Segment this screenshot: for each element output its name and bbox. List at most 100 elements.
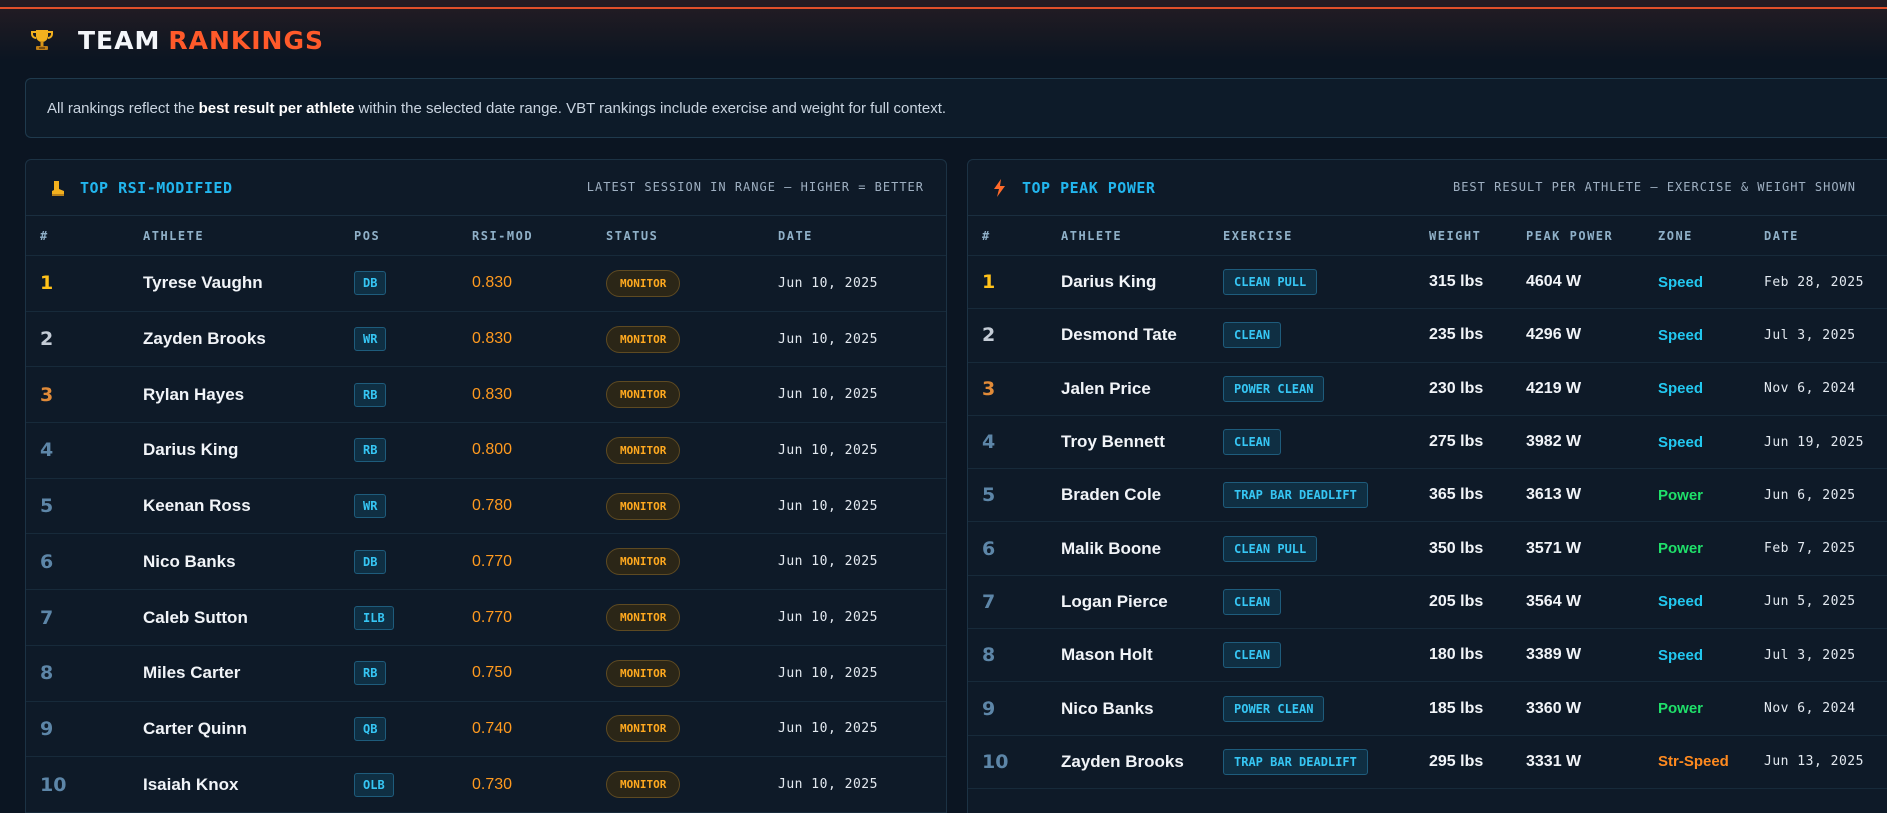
result-date: Jul 3, 2025 <box>1764 327 1856 343</box>
rsi-value: 0.740 <box>472 719 513 737</box>
athlete-name: Carter Quinn <box>143 718 247 738</box>
rsi-value: 0.780 <box>472 497 513 515</box>
athlete-name: Zayden Brooks <box>1061 751 1184 771</box>
rsi-value: 0.770 <box>472 608 513 626</box>
exercise-badge: CLEAN PULL <box>1223 269 1318 296</box>
peak-power-value: 3564 W <box>1526 592 1582 610</box>
exercise-badge: TRAP BAR DEADLIFT <box>1223 748 1368 775</box>
position-badge: RB <box>354 438 387 463</box>
exercise-badge: CLEAN <box>1223 429 1282 456</box>
power-rankings-panel: TOP PEAK POWER BEST RESULT PER ATHLETE —… <box>967 159 1887 813</box>
power-panel-subtitle: BEST RESULT PER ATHLETE — EXERCISE & WEI… <box>1452 180 1856 194</box>
athlete-name: Malik Boone <box>1061 538 1162 558</box>
table-row[interactable]: 6 Malik Boone CLEAN PULL 350 lbs 3571 W Power… <box>968 523 1887 576</box>
status-badge: MONITOR <box>606 436 681 464</box>
result-date: Feb 28, 2025 <box>1764 274 1864 290</box>
page-title-white: TEAM <box>78 25 161 55</box>
peak-power-value: 3613 W <box>1526 486 1582 504</box>
status-badge: MONITOR <box>606 604 681 632</box>
athlete-name: Isaiah Knox <box>143 774 239 794</box>
weight-value: 365 lbs <box>1429 486 1484 504</box>
rsi-col-header: POS <box>354 228 381 243</box>
athlete-name: Desmond Tate <box>1061 325 1177 345</box>
table-row[interactable]: 4 Troy Bennett CLEAN 275 lbs 3982 W Speed Jun … <box>968 416 1887 470</box>
athlete-name: Rylan Hayes <box>143 384 245 404</box>
athlete-name: Troy Bennett <box>1061 432 1165 452</box>
info-text-before: All rankings reflect the <box>47 99 195 117</box>
position-badge: WR <box>354 494 387 519</box>
exercise-badge: POWER CLEAN <box>1223 375 1325 402</box>
table-row[interactable]: 4 Darius King RB 0.800 MONITOR Jun 10, 2025 <box>26 423 946 479</box>
result-date: Nov 6, 2024 <box>1764 701 1856 717</box>
rank-number: 10 <box>40 773 67 796</box>
athlete-name: Mason Holt <box>1061 645 1153 665</box>
table-row[interactable]: 1 Tyrese Vaughn DB 0.830 MONITOR Jun 10, 2025 <box>26 256 946 312</box>
table-row[interactable]: 3 Jalen Price POWER CLEAN 230 lbs 4219 W Spee… <box>968 363 1887 416</box>
zone-label: Speed <box>1658 433 1704 451</box>
lightning-icon <box>990 178 1010 198</box>
rsi-col-header: DATE <box>778 228 813 243</box>
zone-label: Power <box>1658 540 1704 558</box>
table-row[interactable]: 2 Zayden Brooks WR 0.830 MONITOR Jun 10, 2025 <box>26 312 946 368</box>
zone-label: Speed <box>1658 273 1704 291</box>
exercise-badge: CLEAN <box>1223 588 1282 615</box>
rsi-panel-subtitle: LATEST SESSION IN RANGE — HIGHER = BETTE… <box>586 180 924 194</box>
weight-value: 185 lbs <box>1429 699 1484 717</box>
table-row[interactable]: 2 Desmond Tate CLEAN 235 lbs 4296 W Speed Jul … <box>968 309 1887 363</box>
table-row[interactable]: 7 Caleb Sutton ILB 0.770 MONITOR Jun 10, 2025 <box>26 590 946 646</box>
table-row[interactable]: 7 Logan Pierce CLEAN 205 lbs 3564 W Speed Jun … <box>968 576 1887 630</box>
weight-value: 350 lbs <box>1429 539 1484 557</box>
status-badge: MONITOR <box>606 381 681 409</box>
table-row[interactable]: 10 Isaiah Knox OLB 0.730 MONITOR Jun 10, 2025 <box>26 757 946 813</box>
status-badge: MONITOR <box>606 269 681 297</box>
table-row[interactable]: 5 Keenan Ross WR 0.780 MONITOR Jun 10, 2025 <box>26 479 946 535</box>
power-col-header: DATE <box>1764 228 1799 243</box>
zone-label: Speed <box>1658 646 1704 664</box>
rsi-value: 0.750 <box>472 664 513 682</box>
table-row[interactable]: 8 Mason Holt CLEAN 180 lbs 3389 W Speed Jul 3,… <box>968 629 1887 683</box>
peak-power-value: 4219 W <box>1526 379 1582 397</box>
peak-power-value: 3360 W <box>1526 699 1582 717</box>
rsi-value: 0.770 <box>472 552 513 570</box>
rsi-value: 0.730 <box>472 775 513 793</box>
power-col-header: WEIGHT <box>1429 228 1482 243</box>
zone-label: Speed <box>1658 380 1704 398</box>
rank-number: 3 <box>982 377 996 400</box>
zone-label: Power <box>1658 486 1704 504</box>
rank-number: 9 <box>982 697 996 720</box>
power-col-header: # <box>982 228 991 243</box>
athlete-name: Braden Cole <box>1061 485 1162 505</box>
table-row[interactable]: 1 Darius King CLEAN PULL 315 lbs 4604 W Speed… <box>968 256 1887 310</box>
table-row[interactable]: 8 Miles Carter RB 0.750 MONITOR Jun 10, 2025 <box>26 646 946 702</box>
power-col-header: PEAK POWER <box>1526 228 1614 243</box>
table-row[interactable]: 10 Zayden Brooks TRAP BAR DEADLIFT 295 lbs 3… <box>968 736 1887 789</box>
position-badge: OLB <box>354 772 394 797</box>
table-row[interactable]: 6 Nico Banks DB 0.770 MONITOR Jun 10, 2025 <box>26 535 946 591</box>
rank-number: 7 <box>40 606 54 629</box>
rsi-rankings-panel: TOP RSI-MODIFIED LATEST SESSION IN RANGE… <box>25 159 947 813</box>
power-col-header: ZONE <box>1658 228 1693 243</box>
zone-label: Speed <box>1658 593 1704 611</box>
power-panel-header: TOP PEAK POWER BEST RESULT PER ATHLETE —… <box>968 160 1887 216</box>
table-row[interactable]: 5 Braden Cole TRAP BAR DEADLIFT 365 lbs 3613… <box>968 469 1887 523</box>
session-date: Jun 10, 2025 <box>778 498 878 514</box>
page-title-orange: RANKINGS <box>168 25 325 55</box>
power-panel-title: TOP PEAK POWER <box>1022 178 1156 197</box>
weight-value: 205 lbs <box>1429 592 1484 610</box>
session-date: Jun 10, 2025 <box>778 442 878 458</box>
peak-power-value: 3571 W <box>1526 539 1582 557</box>
rank-number: 5 <box>982 484 996 507</box>
result-date: Jun 19, 2025 <box>1764 434 1864 450</box>
result-date: Jun 5, 2025 <box>1764 594 1856 610</box>
athlete-name: Darius King <box>143 440 239 460</box>
top-accent-line <box>0 7 1887 9</box>
power-col-header: EXERCISE <box>1223 228 1293 243</box>
session-date: Jun 10, 2025 <box>778 721 878 737</box>
table-row[interactable]: 9 Carter Quinn QB 0.740 MONITOR Jun 10, 2025 <box>26 702 946 758</box>
rank-number: 8 <box>982 644 996 667</box>
table-row[interactable]: 9 Nico Banks POWER CLEAN 185 lbs 3360 W Power… <box>968 682 1887 736</box>
table-row[interactable]: 3 Rylan Hayes RB 0.830 MONITOR Jun 10, 2025 <box>26 367 946 424</box>
result-date: Jun 13, 2025 <box>1764 754 1864 770</box>
zone-label: Power <box>1658 700 1704 718</box>
position-badge: DB <box>354 549 387 574</box>
